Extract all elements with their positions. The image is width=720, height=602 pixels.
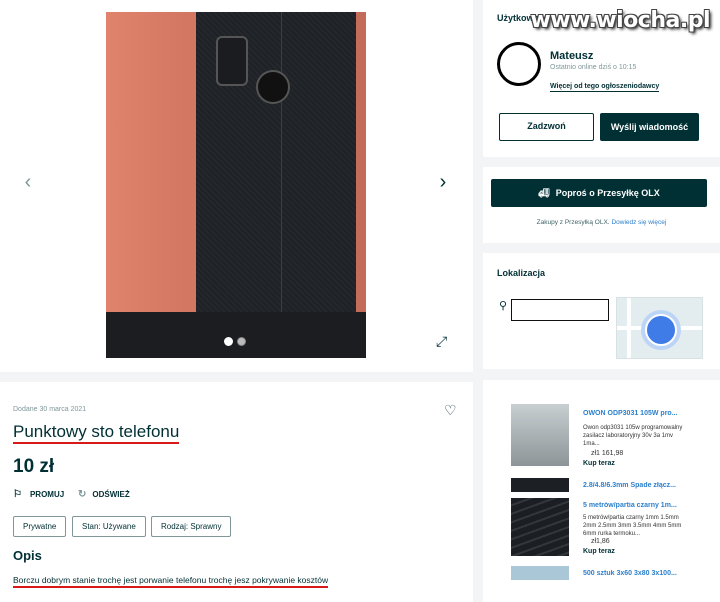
ad-title: 5 metrów/partia czarny 1m... [583,502,677,509]
description-heading: Opis [13,548,42,563]
promote-label: PROMUJ [29,490,65,499]
ad-thumbnail [511,404,569,466]
seller-card: Użytkownik Mateusz Ostatnio online dziś … [483,0,720,157]
ad-item[interactable]: 500 sztuk 3x60 3x80 3x100... [511,566,681,582]
listing-details: Dodane 30 marca 2021 ♡ Punktowy sto tele… [0,382,473,602]
request-shipping-label: Poproś o Przesyłkę OLX [555,188,660,198]
heart-icon[interactable]: ♡ [444,402,457,419]
more-ads-link[interactable]: Więcej od tego ogłoszeniodawcy [550,83,660,92]
ad-price: zł1,86 [591,538,610,545]
call-button[interactable]: Zadzwoń [499,113,594,141]
location-title: Lokalizacja [497,268,546,278]
avatar [497,42,541,86]
shipping-note: Zakupy z Przesyłką OLX. Dowiedz się więc… [483,219,720,226]
ad-item[interactable]: 5 metrów/partia czarny 1m... 5 metrów/pa… [511,498,681,560]
bookmark-icon: ⚐ [13,489,22,500]
last-online: Ostatnio online dziś o 10:15 [550,64,637,71]
gallery-pagination [224,337,246,346]
refresh-icon: ↻ [78,489,87,500]
request-shipping-button[interactable]: 🚚︎ Poproś o Przesyłkę OLX [491,179,707,207]
watermark: www.wiocha.pl [530,8,710,33]
fullscreen-icon[interactable]: ⤢ [436,333,452,349]
listing-description: Borczu dobrym stanie trochę jest porwani… [13,575,329,588]
promote-button[interactable]: ⚐ PROMUJ [13,489,64,500]
ad-item[interactable]: OWON ODP3031 105W pro... Owon odp3031 10… [511,404,682,474]
ad-buy-label: Kup teraz [583,548,615,555]
ad-thumbnail [511,478,569,492]
refresh-label: ODŚWIEŻ [92,490,130,499]
learn-more-link[interactable]: Dowiedz się więcej [611,219,666,226]
sponsored-ads: OWON ODP3031 105W pro... Owon odp3031 10… [483,380,720,602]
photo-gallery: ‹ › ⤢ [0,0,473,372]
ad-title: 2.8/4.8/6.3mm Spade złącz... [583,482,676,489]
added-date: Dodane 30 marca 2021 [13,406,87,413]
next-arrow-icon[interactable]: › [433,171,453,193]
map-marker [645,314,677,346]
shipping-card: 🚚︎ Poproś o Przesyłkę OLX Zakupy z Przesy… [483,167,720,243]
tag-seller-type[interactable]: Prywatne [13,516,67,537]
listing-price: 10 zł [13,456,55,477]
location-address [511,299,609,321]
prev-arrow-icon[interactable]: ‹ [18,171,38,193]
location-card: Lokalizacja ⚲ [483,253,720,369]
ad-thumbnail [511,566,569,580]
ad-price: zł1 161,98 [591,450,624,457]
tag-type[interactable]: Rodzaj: Sprawny [151,516,232,537]
shipping-note-text: Zakupy z Przesyłką OLX. [536,219,610,226]
ad-description: Owon odp3031 105w programowalny zasilacz… [583,425,683,447]
truck-icon: 🚚︎ [538,188,550,198]
location-map[interactable] [616,297,703,359]
send-message-button[interactable]: Wyślij wiadomość [600,113,699,141]
ad-item[interactable]: 2.8/4.8/6.3mm Spade złącz... [511,478,681,494]
ad-thumbnail [511,498,569,556]
refresh-button[interactable]: ↻ ODŚWIEŻ [78,489,130,500]
gallery-dot-2[interactable] [237,337,246,346]
ad-title: 500 sztuk 3x60 3x80 3x100... [583,570,677,577]
seller-name[interactable]: Mateusz [550,50,593,62]
gallery-dot-1[interactable] [224,337,233,346]
listing-photo[interactable] [106,12,366,358]
ad-title: OWON ODP3031 105W pro... [583,410,678,417]
listing-title: Punktowy sto telefonu [13,422,180,444]
ad-description: 5 metrów/partia czarny 1mm 1.5mm 2mm 2.5… [583,515,682,537]
location-pin-icon: ⚲ [499,300,508,312]
tag-condition[interactable]: Stan: Używane [72,516,146,537]
ad-buy-label: Kup teraz [583,460,615,467]
